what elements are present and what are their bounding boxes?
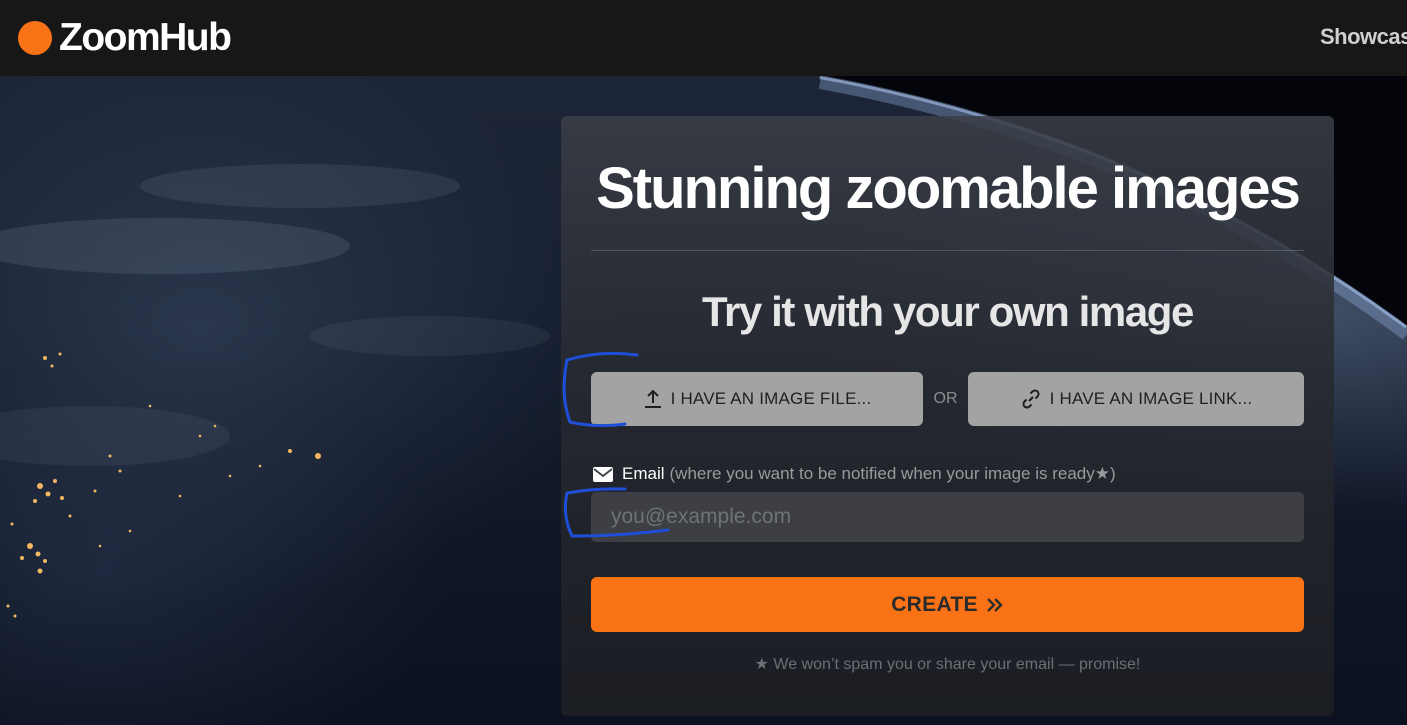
- email-label: Email (where you want to be notified whe…: [593, 464, 1116, 484]
- top-bar: ZoomHub Showcas: [0, 0, 1407, 76]
- envelope-icon: [593, 466, 613, 482]
- spam-note: ★ We won’t spam you or share your email …: [754, 656, 1141, 673]
- email-label-hint: (where you want to be notified when your…: [669, 464, 1116, 483]
- create-button-label: CREATE: [891, 592, 978, 616]
- nav-link-showcase[interactable]: Showcas: [1320, 24, 1407, 50]
- email-label-text: Email: [622, 464, 665, 483]
- image-file-button-label: I HAVE AN IMAGE FILE...: [670, 389, 872, 408]
- upload-icon: [643, 388, 663, 410]
- image-link-button[interactable]: I HAVE AN IMAGE LINK...: [968, 372, 1304, 426]
- or-separator: OR: [933, 390, 958, 407]
- email-input[interactable]: [591, 492, 1304, 542]
- image-file-button[interactable]: I HAVE AN IMAGE FILE...: [591, 372, 923, 426]
- page-subtitle: Try it with your own image: [702, 288, 1194, 335]
- divider: [591, 250, 1304, 251]
- logo[interactable]: ZoomHub: [18, 16, 232, 59]
- double-chevron-right-icon: [986, 597, 1004, 613]
- link-icon: [1020, 388, 1042, 410]
- create-button[interactable]: CREATE: [591, 577, 1304, 632]
- logo-dot-icon: [18, 20, 52, 55]
- image-link-button-label: I HAVE AN IMAGE LINK...: [1049, 389, 1253, 408]
- page-title: Stunning zoomable images: [596, 156, 1301, 221]
- logo-text: ZoomHub: [59, 16, 232, 59]
